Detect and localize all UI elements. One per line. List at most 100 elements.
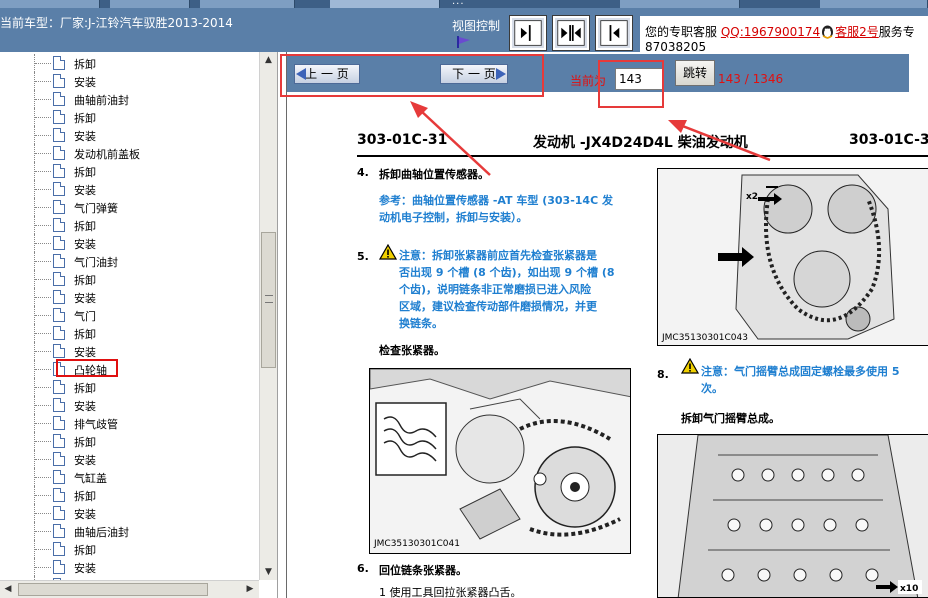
step5-warning-line3: 个齿)，说明链条非正常磨损已进入风险	[399, 283, 592, 296]
tree-item-label: 安装	[74, 184, 96, 197]
tree-item[interactable]: 发动机前盖板	[0, 144, 258, 162]
qq-link[interactable]: QQ:1967900174	[721, 25, 820, 39]
document-icon	[53, 344, 65, 358]
vehicle-info: 当前车型：厂家:J-江铃汽车驭胜2013-2014	[0, 16, 233, 30]
tree-item[interactable]: 凸轮轴	[0, 360, 258, 378]
tree-item[interactable]: 拆卸	[0, 216, 258, 234]
tree-connector-h	[35, 153, 51, 154]
tree-item[interactable]: 安装	[0, 288, 258, 306]
document-icon	[53, 452, 65, 466]
tree-item[interactable]: 排气歧管	[0, 414, 258, 432]
tree-connector-h	[35, 477, 51, 478]
tree-selection-highlight	[56, 359, 118, 377]
tree-connector-h	[35, 459, 51, 460]
tensioner-illustration	[370, 369, 630, 553]
tree-item[interactable]: 安装	[0, 396, 258, 414]
tab-2[interactable]	[110, 0, 190, 8]
tree-item[interactable]: 拆卸	[0, 324, 258, 342]
tree-item-label: 安装	[74, 346, 96, 359]
step8-text: 拆卸气门摇臂总成。	[681, 412, 780, 425]
document-icon	[53, 326, 65, 340]
document-icon	[53, 182, 65, 196]
scroll-left-icon[interactable]: ◀	[0, 581, 16, 598]
check-tensioner-text: 检查张紧器。	[379, 344, 445, 357]
figure-rocker-arm: x10	[657, 434, 928, 598]
ellipsis-text: ...	[452, 0, 465, 7]
scroll-right-icon[interactable]: ▶	[242, 581, 258, 598]
view-right-panel-button[interactable]	[509, 15, 547, 51]
tab-6[interactable]	[820, 0, 928, 8]
tree-connector-h	[35, 81, 51, 82]
document-tree: 拆卸 安装 曲轴前油封 拆卸 安装 发动机前盖板 拆卸 安装 气门弹簧 拆卸 安装 气门油封 拆卸 安装气…	[0, 52, 278, 598]
tree-item[interactable]: 曲轴前油封	[0, 90, 258, 108]
tree-item-label: 安装	[74, 562, 96, 575]
tree-connector-h	[35, 369, 51, 370]
tree-item-label: 安装	[74, 130, 96, 143]
tab-3[interactable]	[200, 0, 295, 8]
tree-item[interactable]: 拆卸	[0, 540, 258, 558]
support-line: 您的专职客服 QQ:1967900174 客服2号服务专	[645, 23, 915, 40]
document-icon	[53, 92, 65, 106]
tree-item[interactable]: 拆卸	[0, 54, 258, 72]
tree-vertical-scrollbar[interactable]: ▲ ▼	[259, 52, 277, 580]
step6-subtext: 1 使用工具回拉张紧器凸舌。	[379, 586, 522, 598]
tab-5[interactable]	[620, 0, 740, 8]
tree-connector-h	[35, 333, 51, 334]
arrow-right-bar-icon	[514, 20, 542, 46]
tree-item[interactable]: 拆卸	[0, 486, 258, 504]
view-left-panel-button[interactable]	[595, 15, 633, 51]
tree-connector-h	[35, 117, 51, 118]
flag-icon	[457, 36, 470, 48]
agent-link[interactable]: 客服2号	[835, 25, 879, 39]
tree-item[interactable]: 气门油封	[0, 252, 258, 270]
step5-number: 5.	[357, 250, 369, 263]
document-icon	[53, 200, 65, 214]
tree-item-label: 安装	[74, 238, 96, 251]
tree-item-label: 气门油封	[74, 256, 118, 269]
tree-item[interactable]: 安装	[0, 558, 258, 576]
document-icon	[53, 560, 65, 574]
tree-item[interactable]: 拆卸	[0, 378, 258, 396]
tree-item[interactable]: 拆卸	[0, 162, 258, 180]
tree-item[interactable]: 拆卸	[0, 270, 258, 288]
tab-4[interactable]	[330, 0, 440, 8]
tree-item[interactable]: 安装	[0, 450, 258, 468]
tree-item[interactable]: 气门	[0, 306, 258, 324]
jump-button[interactable]: 跳转	[675, 60, 715, 86]
tree-item[interactable]: 拆卸	[0, 108, 258, 126]
section-code-right: 303-01C-31	[849, 132, 928, 148]
document-icon	[53, 110, 65, 124]
step6-number: 6.	[357, 562, 369, 575]
tree-connector-h	[35, 441, 51, 442]
tree-item[interactable]: 安装	[0, 504, 258, 522]
tree-item[interactable]: 气门弹簧	[0, 198, 258, 216]
tree-connector-h	[35, 297, 51, 298]
figure1-caption: JMC35130301C041	[374, 539, 460, 549]
annotation-box-page-input	[598, 60, 664, 108]
view-split-button[interactable]	[552, 15, 590, 51]
tree-horizontal-scrollbar[interactable]: ◀ ▶	[0, 580, 259, 598]
arrow-left-bar-icon	[600, 20, 628, 46]
tree-connector-h	[35, 207, 51, 208]
document-icon	[53, 308, 65, 322]
timing-chain-illustration: x2	[658, 169, 928, 345]
scroll-down-icon[interactable]: ▼	[260, 564, 277, 580]
tree-item[interactable]: 安装	[0, 180, 258, 198]
tab-1[interactable]	[0, 0, 100, 8]
scroll-up-icon[interactable]: ▲	[260, 52, 277, 68]
tree-item[interactable]: 曲轴后油封	[0, 522, 258, 540]
document-icon	[53, 74, 65, 88]
document-icon	[53, 146, 65, 160]
tree-item[interactable]: 安装	[0, 234, 258, 252]
scroll-thumb[interactable]	[261, 232, 276, 368]
fig2-x2-label: x2	[746, 192, 758, 202]
tree-item[interactable]: 安装	[0, 342, 258, 360]
tree-item[interactable]: 安装	[0, 72, 258, 90]
document-icon	[53, 290, 65, 304]
tree-item[interactable]: 气缸盖	[0, 468, 258, 486]
document-icon	[53, 506, 65, 520]
page-count: 143 / 1346	[718, 72, 784, 86]
hscroll-thumb[interactable]	[18, 583, 208, 596]
tree-item[interactable]: 拆卸	[0, 432, 258, 450]
tree-item[interactable]: 安装	[0, 126, 258, 144]
